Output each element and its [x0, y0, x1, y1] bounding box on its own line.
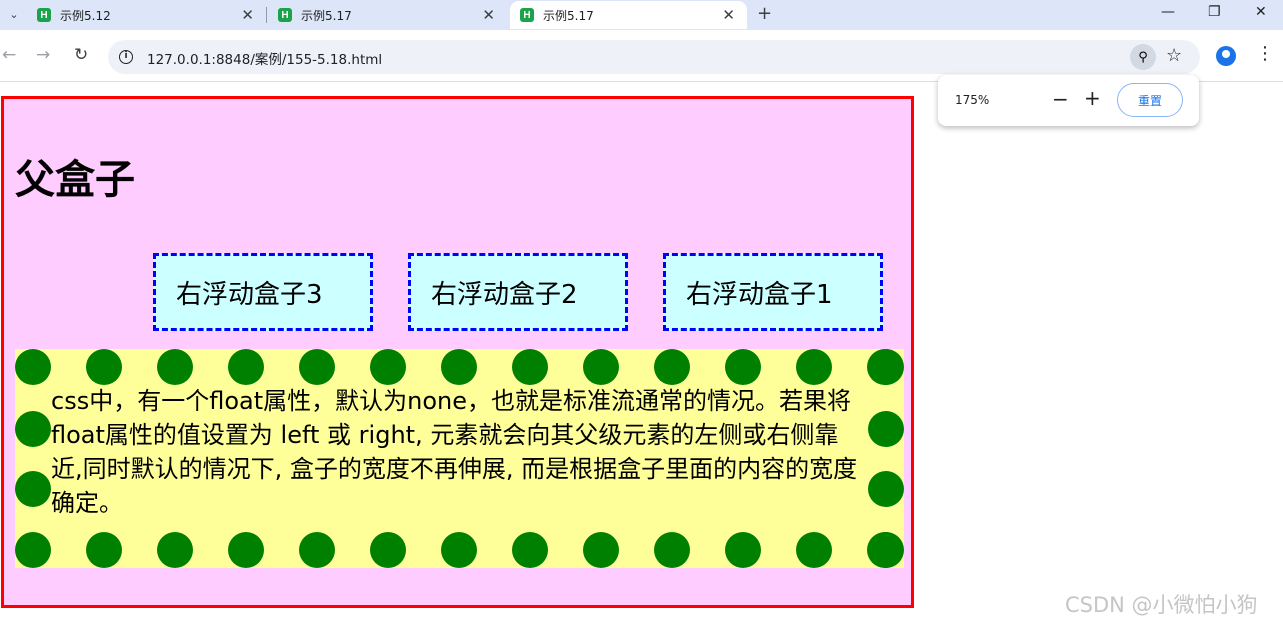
green-dot-border	[15, 532, 51, 568]
green-dot-border	[796, 532, 832, 568]
html-file-icon: H	[278, 8, 292, 22]
tab-2[interactable]: H 示例5.17 ✕	[267, 1, 507, 29]
green-dot-border	[157, 532, 193, 568]
green-dot-border	[370, 532, 406, 568]
green-dot-border	[299, 532, 335, 568]
parent-box: 父盒子 右浮动盒子3 右浮动盒子2 右浮动盒子1 css中，有一个float属性…	[1, 96, 914, 608]
html-file-icon: H	[37, 8, 51, 22]
address-bar[interactable]: i 127.0.0.1:8848/案例/155-5.18.html ⚲ ☆	[108, 40, 1200, 74]
float-description-paragraph: css中，有一个float属性，默认为none，也就是标准流通常的情况。若果将f…	[51, 387, 858, 517]
tab-label: 示例5.17	[301, 8, 352, 23]
back-arrow-icon[interactable]: ←	[2, 45, 16, 65]
zoom-level: 175%	[955, 93, 990, 107]
dotted-border-text-box: css中，有一个float属性，默认为none，也就是标准流通常的情况。若果将f…	[15, 349, 904, 568]
page-heading: 父盒子	[15, 157, 135, 203]
green-dot-border	[868, 411, 904, 447]
restore-icon[interactable]: ❐	[1208, 4, 1221, 20]
float-box-1: 右浮动盒子1	[663, 253, 883, 331]
green-dot-border	[370, 349, 406, 385]
green-dot-border	[868, 532, 904, 568]
green-dot-border	[228, 532, 264, 568]
green-dot-border	[441, 349, 477, 385]
tab-label: 示例5.17	[543, 8, 594, 23]
close-window-icon[interactable]: ✕	[1255, 4, 1267, 20]
green-dot-border	[583, 532, 619, 568]
html-file-icon: H	[520, 8, 534, 22]
green-dot-border	[583, 349, 619, 385]
zoom-out-button[interactable]: −	[1052, 87, 1069, 111]
green-dot-border	[512, 349, 548, 385]
green-dot-border	[512, 532, 548, 568]
green-dot-border	[86, 532, 122, 568]
minimize-icon[interactable]: —	[1161, 4, 1175, 20]
green-dot-border	[725, 349, 761, 385]
close-tab-icon[interactable]: ✕	[722, 6, 735, 24]
close-tab-icon[interactable]: ✕	[241, 6, 254, 24]
tab-search-chevron-icon[interactable]: ⌄	[4, 4, 24, 24]
float-box-3: 右浮动盒子3	[153, 253, 373, 331]
zoom-icon[interactable]: ⚲	[1130, 44, 1156, 70]
green-dot-border	[725, 532, 761, 568]
float-box-2: 右浮动盒子2	[408, 253, 628, 331]
browser-menu-icon[interactable]: ⋮	[1256, 43, 1274, 64]
green-dot-border	[15, 471, 51, 507]
profile-avatar-icon[interactable]	[1216, 46, 1236, 66]
green-dot-border	[441, 532, 477, 568]
tab-label: 示例5.12	[60, 8, 111, 23]
green-dot-border	[15, 411, 51, 447]
tab-1[interactable]: H 示例5.12 ✕	[26, 1, 266, 29]
url-text[interactable]: 127.0.0.1:8848/案例/155-5.18.html	[147, 48, 382, 68]
green-dot-border	[868, 349, 904, 385]
green-dot-border	[654, 532, 690, 568]
green-dot-border	[299, 349, 335, 385]
green-dot-border	[228, 349, 264, 385]
green-dot-border	[868, 471, 904, 507]
tab-3-active[interactable]: H 示例5.17 ✕	[510, 1, 747, 29]
green-dot-border	[15, 349, 51, 385]
tab-strip: ⌄ H 示例5.12 ✕ H 示例5.17 ✕ H 示例5.17 ✕ + — ❐…	[0, 0, 1283, 30]
zoom-reset-button[interactable]: 重置	[1117, 83, 1183, 117]
green-dot-border	[796, 349, 832, 385]
zoom-in-button[interactable]: +	[1084, 86, 1101, 110]
close-tab-icon[interactable]: ✕	[482, 6, 495, 24]
bookmark-star-icon[interactable]: ☆	[1166, 45, 1182, 66]
green-dot-border	[157, 349, 193, 385]
green-dot-border	[654, 349, 690, 385]
reload-icon[interactable]: ↻	[74, 45, 88, 65]
green-dot-border	[86, 349, 122, 385]
site-info-icon[interactable]: i	[119, 50, 133, 64]
new-tab-plus-icon[interactable]: +	[757, 3, 772, 24]
watermark: CSDN @小微怕小狗	[1065, 593, 1258, 617]
forward-arrow-icon[interactable]: →	[36, 45, 50, 65]
zoom-popup: 175% − + 重置	[938, 75, 1199, 126]
